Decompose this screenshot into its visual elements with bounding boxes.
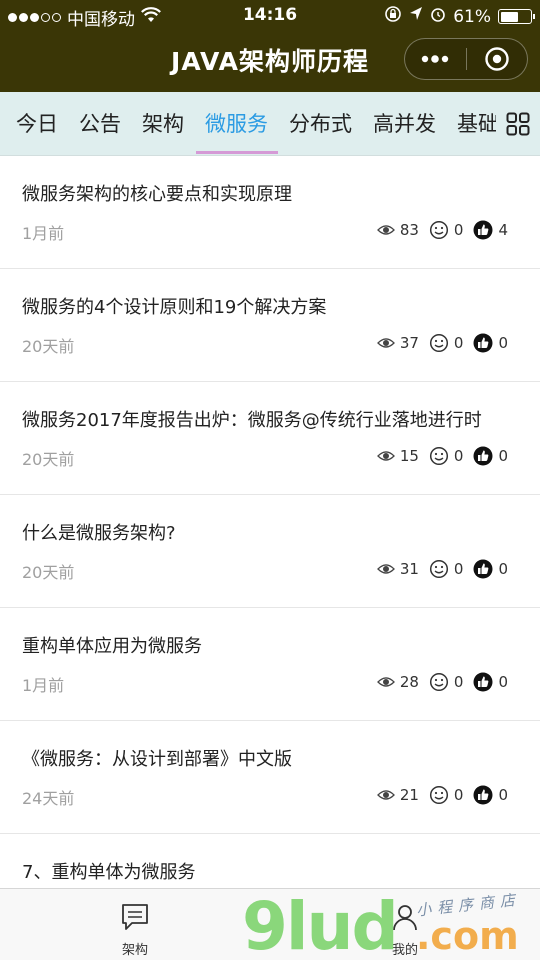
article-stats: 15 0 0 (376, 446, 508, 466)
more-dots-icon (422, 55, 449, 63)
comment-icon (429, 333, 449, 353)
tab-architecture[interactable]: 架构 (142, 92, 184, 155)
tab-today[interactable]: 今日 (16, 92, 58, 155)
article-item[interactable]: 什么是微服务架构? 20天前 31 0 0 (0, 495, 540, 608)
like-icon (473, 672, 493, 692)
comment-count: 0 (453, 673, 464, 691)
like-count: 0 (498, 447, 508, 465)
tabbar-item-architecture[interactable]: 架构 (75, 889, 195, 960)
like-icon (473, 446, 493, 466)
close-miniprogram-button[interactable] (467, 39, 528, 79)
view-count: 83 (399, 221, 419, 239)
message-icon (120, 902, 150, 936)
battery-percent: 61% (453, 6, 491, 27)
like-count: 0 (498, 560, 508, 578)
rotation-lock-icon (384, 5, 402, 28)
like-icon (473, 220, 493, 240)
article-stats: 21 0 0 (376, 785, 508, 805)
article-stats: 37 0 0 (376, 333, 508, 353)
user-icon (390, 902, 420, 936)
tab-basics[interactable]: 基础 (457, 92, 499, 155)
battery-icon (498, 9, 535, 24)
eye-icon (376, 789, 395, 801)
more-button[interactable] (405, 39, 466, 79)
article-stats: 83 0 4 (376, 220, 508, 240)
article-time: 20天前 (22, 563, 75, 582)
view-count: 31 (399, 560, 419, 578)
article-time: 1月前 (22, 224, 65, 243)
article-time: 1月前 (22, 676, 65, 695)
article-title: 《微服务：从设计到部署》中文版 (22, 749, 292, 770)
article-title: 重构单体应用为微服务 (22, 636, 202, 657)
status-bar: 中国移动 14:16 61% (0, 0, 540, 30)
like-icon (473, 785, 493, 805)
eye-icon (376, 337, 395, 349)
alarm-icon (430, 6, 446, 27)
view-count: 15 (399, 447, 419, 465)
article-item[interactable]: 重构单体应用为微服务 1月前 28 0 0 (0, 608, 540, 721)
tabbar-item-mine[interactable]: 我的 (345, 889, 465, 960)
article-stats: 28 0 0 (376, 672, 508, 692)
eye-icon (376, 224, 395, 236)
target-circle-icon (485, 47, 509, 71)
like-count: 4 (498, 221, 508, 239)
eye-icon (376, 450, 395, 462)
like-icon (473, 333, 493, 353)
article-title: 7、重构单体为微服务 (22, 862, 196, 883)
tab-microservices[interactable]: 微服务 (196, 92, 278, 155)
comment-icon (429, 785, 449, 805)
article-title: 微服务2017年度报告出炉：微服务@传统行业落地进行时 (22, 410, 482, 431)
article-item[interactable]: 《微服务：从设计到部署》中文版 24天前 21 0 0 (0, 721, 540, 834)
like-count: 0 (498, 334, 508, 352)
bottom-tab-bar: 架构 我的 (0, 888, 540, 960)
category-tabs: 今日 公告 架构 微服务 分布式 高并发 基础 (0, 92, 540, 156)
article-title: 微服务的4个设计原则和19个解决方案 (22, 297, 327, 318)
article-item[interactable]: 微服务2017年度报告出炉：微服务@传统行业落地进行时 20天前 15 0 0 (0, 382, 540, 495)
like-count: 0 (498, 673, 508, 691)
comment-count: 0 (453, 786, 464, 804)
miniprogram-capsule (404, 38, 528, 80)
grid-icon (506, 112, 530, 136)
tab-high-concurrency[interactable]: 高并发 (373, 92, 436, 155)
location-icon (409, 6, 423, 27)
comment-count: 0 (453, 447, 464, 465)
article-time: 20天前 (22, 337, 75, 356)
article-item[interactable]: 微服务的4个设计原则和19个解决方案 20天前 37 0 0 (0, 269, 540, 382)
comment-icon (429, 672, 449, 692)
article-list: 微服务架构的核心要点和实现原理 1月前 83 0 4 微服务的4个设计原则和19个解决方案… (0, 156, 540, 947)
article-title: 什么是微服务架构? (22, 523, 176, 544)
article-stats: 31 0 0 (376, 559, 508, 579)
eye-icon (376, 676, 395, 688)
comment-icon (429, 220, 449, 240)
like-count: 0 (498, 786, 508, 804)
like-icon (473, 559, 493, 579)
tabbar-label: 架构 (121, 943, 148, 958)
tabbar-label: 我的 (391, 943, 418, 958)
comment-count: 0 (453, 221, 464, 239)
eye-icon (376, 563, 395, 575)
article-time: 24天前 (22, 789, 75, 808)
comment-icon (429, 446, 449, 466)
article-time: 20天前 (22, 450, 75, 469)
tab-distributed[interactable]: 分布式 (289, 92, 352, 155)
view-count: 37 (399, 334, 419, 352)
article-item[interactable]: 微服务架构的核心要点和实现原理 1月前 83 0 4 (0, 156, 540, 269)
tab-announcement[interactable]: 公告 (79, 92, 121, 155)
article-title: 微服务架构的核心要点和实现原理 (22, 184, 292, 205)
view-count: 28 (399, 673, 419, 691)
top-bar: 中国移动 14:16 61% JAVA架构师历程 (0, 0, 540, 92)
comment-count: 0 (453, 560, 464, 578)
comment-count: 0 (453, 334, 464, 352)
all-categories-button[interactable] (496, 92, 540, 155)
comment-icon (429, 559, 449, 579)
view-count: 21 (399, 786, 419, 804)
